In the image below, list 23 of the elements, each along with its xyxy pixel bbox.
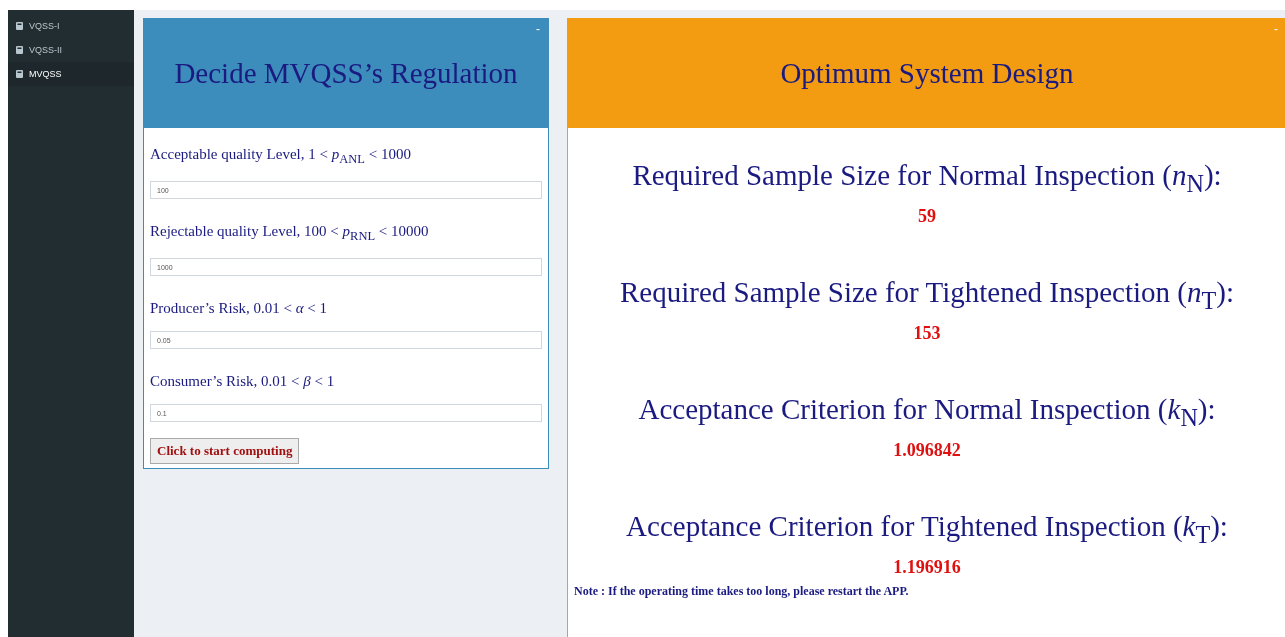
- panel-title: Optimum System Design: [780, 56, 1074, 90]
- sidebar-item[interactable]: VQSS-II: [8, 38, 134, 62]
- result-value: 1.096842: [893, 440, 961, 461]
- field-label: Producer’s Risk, 0.01 < α < 1: [150, 300, 328, 316]
- compute-button[interactable]: Click to start computing: [150, 438, 300, 464]
- panel-title: Decide MVQSS’s Regulation: [174, 56, 518, 90]
- result-heading: Acceptance Criterion for Normal Inspection (k$_{N}$):: [638, 393, 1216, 425]
- field-label: Consumer’s Risk, 0.01 < β < 1: [150, 373, 335, 389]
- field-label: Rejectable quality Level, 100 < p$_{RNL}$ < 10000: [150, 223, 429, 239]
- note-text: Note : If the operating time takes too long, please restart the APP.: [574, 584, 909, 599]
- result-value: 153: [913, 323, 941, 344]
- result-value: 1.196916: [893, 557, 961, 578]
- collapse-button[interactable]: -: [534, 22, 542, 36]
- result-value: 59: [918, 206, 936, 227]
- form-icon: [16, 22, 23, 30]
- sidebar-item[interactable]: VQSS-I: [8, 14, 134, 38]
- field-label: Acceptable quality Level, 1 < p$_{ANL}$ < 1000: [150, 146, 411, 162]
- form-icon: [16, 46, 23, 54]
- result-heading: Acceptance Criterion for Tightened Inspection (k$_{T}$):: [626, 510, 1228, 542]
- result-heading: Required Sample Size for Tightened Inspection (n$_{T}$):: [620, 276, 1234, 308]
- form-icon: [16, 70, 23, 78]
- result-heading: Required Sample Size for Normal Inspection (n$_{N}$):: [632, 159, 1222, 191]
- sidebar-item[interactable]: MVQSS: [8, 62, 134, 86]
